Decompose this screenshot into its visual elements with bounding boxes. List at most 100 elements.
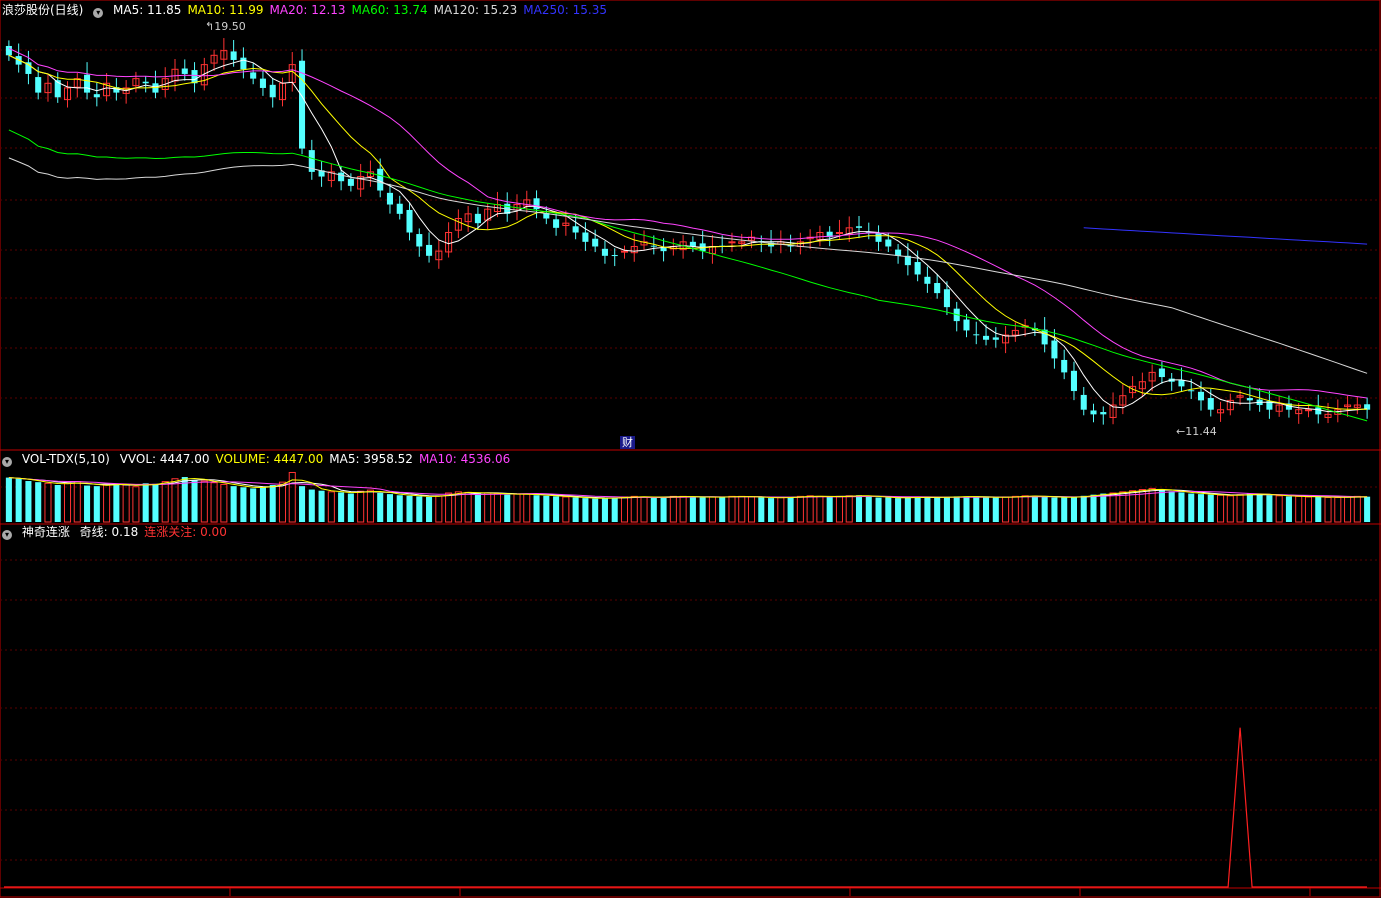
- volume-bar-down: [982, 497, 990, 522]
- candle-body-down: [963, 319, 970, 331]
- chevron-down-icon[interactable]: ▾: [93, 8, 104, 18]
- volume-bar-up: [747, 496, 756, 523]
- candle-body-down: [875, 233, 882, 242]
- volume-bar-down: [35, 482, 42, 522]
- volume-bar-down: [25, 481, 32, 522]
- candle-body-down: [934, 283, 941, 294]
- chevron-down-icon[interactable]: ▾: [2, 530, 12, 540]
- volume-bar-down: [1266, 495, 1273, 522]
- chevron-down-icon[interactable]: ▾: [2, 457, 12, 467]
- volume-bar-up: [1353, 495, 1361, 523]
- candle-body-down: [572, 226, 579, 233]
- candle-body-down: [689, 241, 696, 247]
- volume-bar-down: [338, 492, 345, 522]
- candle-body-down: [5, 45, 12, 56]
- volume-bar-down: [582, 498, 589, 522]
- legend-item-ma10: MA10: 4536.06: [418, 452, 511, 466]
- candle-body-down: [1197, 391, 1205, 401]
- volume-bar-down: [914, 496, 921, 522]
- candle-body-down: [250, 72, 257, 79]
- volume-bar-down: [1070, 496, 1078, 522]
- volume-bar-down: [377, 492, 384, 522]
- volume-bar-down: [787, 496, 794, 522]
- volume-bar-up: [445, 492, 453, 523]
- vol-panel-legend: ▾ VOL-TDX(5,10) VVOL: 4447.00 VOLUME: 444…: [2, 452, 522, 467]
- ma-line-ma250: [1083, 227, 1368, 245]
- volume-bar-down: [1246, 493, 1253, 522]
- volume-bar-up: [630, 495, 638, 523]
- volume-bar-up: [835, 495, 843, 523]
- volume-bar-down: [1051, 497, 1058, 522]
- candle-body-down: [885, 239, 892, 247]
- kline-chart[interactable]: [0, 0, 1381, 898]
- candle-body-down: [1178, 380, 1185, 387]
- volume-bar-down: [1197, 494, 1205, 522]
- candle-body-down: [1315, 407, 1322, 415]
- volume-bar-up: [640, 496, 648, 523]
- volume-bar-up: [806, 495, 814, 523]
- legend-item-ma5: MA5: 3958.52: [329, 452, 413, 466]
- ind-legend: 奇线: 0.18 连涨关注: 0.00: [80, 525, 233, 539]
- volume-bar-down: [259, 486, 266, 522]
- candle-body-down: [1090, 410, 1097, 415]
- volume-bar-up: [1295, 495, 1303, 523]
- low-price-value: 11.44: [1185, 425, 1217, 438]
- vol-legend: VVOL: 4447.00 VOLUME: 4447.00 MA5: 3958.52…: [120, 452, 517, 466]
- volume-bar-down: [1080, 495, 1087, 522]
- candle-body-down: [259, 78, 266, 88]
- ma-line-ma20: [8, 47, 1368, 399]
- volume-bar-down: [15, 478, 22, 522]
- volume-bar-up: [1119, 491, 1127, 523]
- candle-body-down: [1061, 359, 1068, 373]
- candle-body-up: [728, 241, 736, 244]
- volume-bar-down: [592, 498, 599, 522]
- volume-bar-down: [1031, 495, 1038, 522]
- candle-body-down: [973, 334, 980, 336]
- volume-bar-up: [708, 496, 716, 523]
- volume-bar-down: [142, 483, 149, 522]
- volume-bar-down: [904, 497, 911, 522]
- legend-item-ma5: MA5: 11.85: [113, 3, 182, 17]
- legend-item-ma60: MA60: 13.74: [351, 3, 428, 17]
- candle-body-down: [416, 234, 423, 247]
- volume-bar-down: [474, 493, 481, 522]
- candle-body-down: [406, 209, 413, 233]
- ma-line-ma120: [8, 157, 1368, 374]
- finance-tag[interactable]: 财: [620, 436, 635, 449]
- volume-bar-down: [758, 497, 765, 522]
- legend-item-ma120: MA120: 15.23: [433, 3, 518, 17]
- main-panel-legend: 浪莎股份(日线) ▾ MA5: 11.85 MA10: 11.99 MA20: 12…: [2, 3, 619, 18]
- candle-body-down: [855, 226, 863, 228]
- candle-body-down: [191, 70, 198, 84]
- volume-bar-down: [601, 498, 608, 522]
- volume-bar-up: [513, 493, 521, 523]
- volume-bar-down: [1090, 494, 1097, 522]
- volume-bar-down: [84, 485, 91, 522]
- volume-bar-up: [1324, 497, 1332, 523]
- volume-bar-down: [113, 483, 120, 522]
- volume-bar-up: [777, 497, 785, 523]
- volume-bar-up: [122, 484, 130, 523]
- volume-bar-down: [308, 489, 315, 522]
- candle-body-down: [84, 74, 91, 93]
- candle-body-down: [611, 255, 618, 257]
- volume-bar-down: [230, 486, 237, 522]
- volume-bar-up: [171, 478, 179, 523]
- candle-body-down: [474, 213, 481, 224]
- volume-bar-down: [533, 495, 540, 522]
- candle-body-down: [347, 178, 354, 186]
- ma-line-ma60: [8, 129, 1368, 422]
- volume-bar-up: [1275, 495, 1283, 523]
- volume-bar-down: [543, 495, 550, 522]
- candle-body-down: [1100, 412, 1107, 415]
- volume-bar-down: [660, 496, 667, 522]
- ma-legend: MA5: 11.85 MA10: 11.99 MA20: 12.13 MA60: 13…: [113, 3, 613, 17]
- volume-bar-up: [73, 481, 81, 523]
- vol-panel-name: VOL-TDX(5,10): [21, 452, 110, 466]
- candle-body-down: [338, 172, 345, 182]
- volume-bar-down: [553, 496, 560, 522]
- volume-bar-up: [1021, 495, 1029, 523]
- candle-body-up: [1304, 409, 1313, 412]
- volume-bar-up: [845, 495, 853, 523]
- volume-bar-down: [924, 497, 931, 522]
